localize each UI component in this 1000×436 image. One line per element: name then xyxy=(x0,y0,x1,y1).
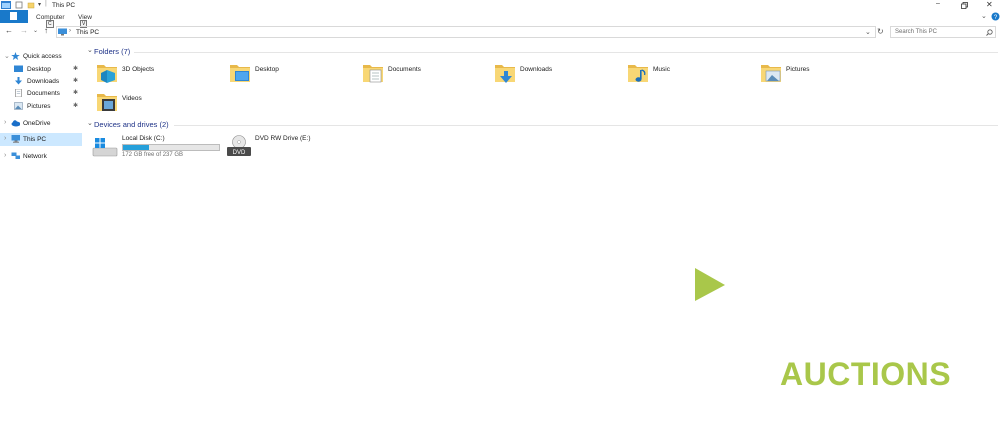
title-bar: ▾ | This PC – ✕ xyxy=(0,0,1000,11)
pin-icon: ✱ xyxy=(73,103,79,109)
svg-text:DVD: DVD xyxy=(233,150,246,156)
expand-chevron-icon[interactable]: › xyxy=(4,135,6,142)
pin-icon: ✱ xyxy=(73,66,79,72)
close-icon[interactable]: ✕ xyxy=(986,0,993,9)
computer-icon xyxy=(58,28,67,36)
ribbon-tabs: Computer C View V ⌄ ? xyxy=(0,11,1000,28)
nav-label: Documents xyxy=(27,90,60,97)
folder-label: Documents xyxy=(388,66,421,73)
pin-icon: ✱ xyxy=(73,78,79,84)
group-title: Devices and drives (2) xyxy=(94,120,169,129)
expand-chevron-icon[interactable]: ⌄ xyxy=(4,52,10,60)
folders-group-header[interactable]: ⌄ Folders (7) xyxy=(86,45,998,57)
nav-item-this-pc[interactable]: › This PC xyxy=(0,133,82,146)
collapse-chevron-icon[interactable]: ⌄ xyxy=(87,119,93,127)
folder-label: Music xyxy=(653,66,670,73)
desktop-folder-icon xyxy=(230,65,250,82)
local-disk-icon xyxy=(92,138,118,157)
nav-item-quick-access[interactable]: ⌄ Quick access xyxy=(0,50,82,63)
folder-item-downloads[interactable]: Downloads xyxy=(486,60,616,88)
computer-icon xyxy=(11,135,20,143)
help-icon[interactable]: ? xyxy=(991,12,1000,21)
dvd-drive-icon: DVD xyxy=(227,135,251,156)
nav-item-network[interactable]: › Network xyxy=(0,150,82,163)
downloads-folder-icon xyxy=(495,65,515,83)
recent-locations-icon[interactable]: ⌄ xyxy=(33,27,38,34)
folder-item-videos[interactable]: Videos xyxy=(88,89,218,117)
nav-item-onedrive[interactable]: › OneDrive xyxy=(0,117,82,130)
nav-label: Quick access xyxy=(23,53,62,60)
new-folder-icon[interactable] xyxy=(27,1,35,9)
documents-icon xyxy=(15,89,22,97)
group-divider xyxy=(174,125,998,126)
address-bar: ← → ⌄ ↑ › This PC ⌄ ↻ Search This PC xyxy=(0,24,1000,40)
search-input[interactable]: Search This PC xyxy=(890,26,996,38)
nav-label: Desktop xyxy=(27,66,51,73)
navigation-pane: ⌄ Quick access Desktop ✱ Downloads ✱ Doc… xyxy=(0,46,82,436)
watermark-auctions-text: AUCTIONS xyxy=(780,356,952,392)
group-divider xyxy=(134,52,998,53)
music-folder-icon xyxy=(628,65,648,82)
folder-item-pictures[interactable]: Pictures xyxy=(752,60,882,88)
collapse-chevron-icon[interactable]: ⌄ xyxy=(87,46,93,54)
expand-chevron-icon[interactable]: › xyxy=(4,119,6,126)
address-dropdown-icon[interactable]: ⌄ xyxy=(865,28,871,36)
folder-label: Videos xyxy=(122,95,142,102)
nav-item-documents[interactable]: Documents ✱ xyxy=(0,87,82,100)
videos-folder-icon xyxy=(97,94,117,111)
group-title: Folders (7) xyxy=(94,47,131,56)
pin-icon: ✱ xyxy=(73,90,79,96)
drive-label: Local Disk (C:) xyxy=(122,135,165,142)
folder-item-documents[interactable]: Documents xyxy=(354,60,484,88)
back-arrow-icon[interactable]: ← xyxy=(5,26,13,35)
expand-chevron-icon[interactable]: › xyxy=(4,152,6,159)
drive-label: DVD RW Drive (E:) xyxy=(255,135,311,142)
minimize-icon[interactable]: – xyxy=(936,0,940,7)
network-icon xyxy=(11,152,20,159)
address-path[interactable]: This PC xyxy=(76,29,99,36)
up-arrow-icon[interactable]: ↑ xyxy=(44,26,48,35)
refresh-icon[interactable]: ↻ xyxy=(877,27,884,36)
restore-icon[interactable] xyxy=(961,2,968,9)
address-field[interactable]: › This PC ⌄ xyxy=(56,26,876,38)
watermark-play-logo xyxy=(695,268,725,301)
window-title: This PC xyxy=(52,2,76,9)
cloud-icon xyxy=(11,120,20,127)
search-placeholder: Search This PC xyxy=(895,29,937,35)
ribbon-expand-icon[interactable]: ⌄ xyxy=(981,12,987,20)
nav-label: Network xyxy=(23,153,47,160)
folder-item-music[interactable]: Music xyxy=(619,60,749,88)
title-divider: | xyxy=(45,0,47,7)
folder-label: 3D Objects xyxy=(122,66,155,73)
search-icon xyxy=(986,29,993,36)
nav-label: Downloads xyxy=(27,78,60,85)
download-icon xyxy=(15,77,22,85)
nav-label: This PC xyxy=(23,136,47,143)
properties-icon[interactable] xyxy=(15,1,23,9)
pictures-folder-icon xyxy=(761,65,781,82)
drive-usage-bar xyxy=(122,144,220,151)
folder-label: Pictures xyxy=(786,66,810,73)
qat-dropdown-icon[interactable]: ▾ xyxy=(38,1,41,8)
drive-item-dvd[interactable]: DVD DVD RW Drive (E:) xyxy=(221,134,341,160)
breadcrumb-chevron-icon: › xyxy=(69,28,71,34)
devices-group-header[interactable]: ⌄ Devices and drives (2) xyxy=(86,118,998,130)
folder-label: Desktop xyxy=(255,66,279,73)
documents-folder-icon xyxy=(363,65,383,83)
explorer-app-icon xyxy=(1,1,11,9)
folder-item-desktop[interactable]: Desktop xyxy=(221,60,351,88)
pictures-icon xyxy=(14,102,23,110)
nav-label: OneDrive xyxy=(23,120,51,127)
drive-item-local-disk[interactable]: Local Disk (C:) 172 GB free of 237 GB xyxy=(88,134,222,160)
folder-item-3d-objects[interactable]: 3D Objects xyxy=(88,60,218,88)
drive-free-space: 172 GB free of 237 GB xyxy=(122,152,184,158)
nav-label: Pictures xyxy=(27,103,51,110)
forward-arrow-icon[interactable]: → xyxy=(20,26,28,35)
nav-item-pictures[interactable]: Pictures ✱ xyxy=(0,100,82,113)
star-icon xyxy=(11,52,20,60)
desktop-icon xyxy=(14,65,23,72)
3d-objects-folder-icon xyxy=(97,65,117,83)
drive-usage-fill xyxy=(123,145,149,150)
folder-label: Downloads xyxy=(520,66,553,73)
